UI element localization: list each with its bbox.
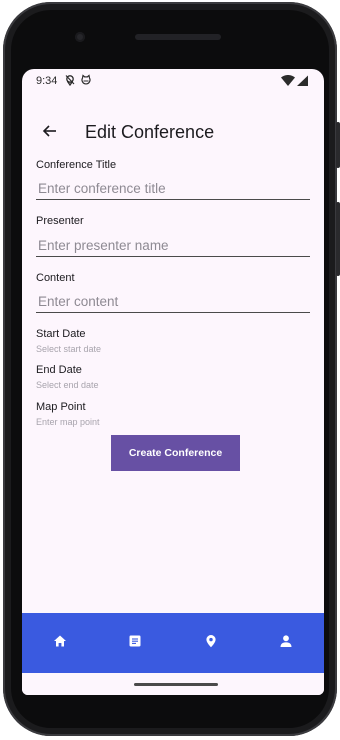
person-icon <box>279 634 293 653</box>
end-date-label: End Date <box>36 364 82 376</box>
system-icons <box>280 74 310 87</box>
map-point-field[interactable]: Enter map point <box>36 417 100 427</box>
top-app-bar: Edit Conference <box>22 115 324 151</box>
location-off-icon <box>64 74 76 87</box>
conference-title-label: Conference Title <box>36 159 117 171</box>
article-icon <box>128 634 142 653</box>
front-camera <box>75 32 85 42</box>
conference-title-input[interactable] <box>36 178 310 200</box>
start-date-label: Start Date <box>36 328 86 340</box>
page-title: Edit Conference <box>85 122 215 142</box>
presenter-label: Presenter <box>36 215 84 227</box>
content-label: Content <box>36 272 75 284</box>
wifi-icon <box>281 74 295 86</box>
power-button <box>336 202 340 276</box>
create-conference-button[interactable]: Create Conference <box>111 435 240 471</box>
nav-item-map[interactable] <box>173 613 249 673</box>
gesture-area <box>22 673 324 695</box>
nav-item-home[interactable] <box>22 613 98 673</box>
cellular-icon <box>297 75 308 86</box>
content-input[interactable] <box>36 291 310 313</box>
end-date-picker[interactable]: Select end date <box>36 380 99 390</box>
home-icon <box>53 634 67 653</box>
phone-frame: 9:34 Edit Conference Conference Title En… <box>3 2 340 736</box>
earpiece-speaker <box>135 34 221 40</box>
start-date-picker[interactable]: Select start date <box>36 344 101 354</box>
location-pin-icon <box>204 634 218 653</box>
app-screen: 9:34 Edit Conference Conference Title En… <box>22 69 324 695</box>
status-time: 9:34 <box>36 75 58 87</box>
nav-item-profile[interactable] <box>249 613 325 673</box>
status-bar: 9:34 <box>22 69 324 95</box>
arrow-back-icon <box>42 123 58 144</box>
home-gesture-handle[interactable] <box>134 683 218 686</box>
volume-button <box>336 122 340 168</box>
presenter-input[interactable] <box>36 235 310 257</box>
nav-item-articles[interactable] <box>98 613 174 673</box>
bottom-navigation <box>22 613 324 673</box>
back-button[interactable] <box>38 121 62 145</box>
cat-notification-icon <box>80 74 92 86</box>
map-point-label: Map Point <box>36 401 86 413</box>
